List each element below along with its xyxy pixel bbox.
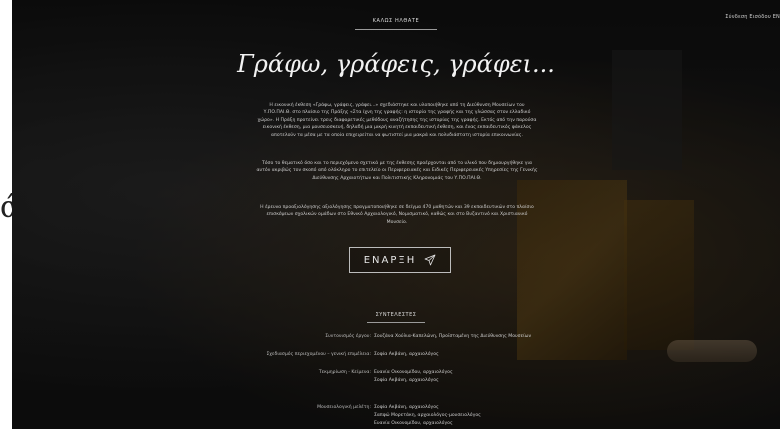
credit-role: Σχεδιασμός περιεχομένου – γενική επιμέλε… <box>266 352 372 357</box>
credit-name: Σαπφώ Μορετάκη, αρχαιολόγος-μουσειολόγος <box>374 413 481 418</box>
credit-name: Σοφία Ακβάνη, αρχαιολόγος <box>374 378 439 383</box>
welcome-label: ΚΑΛΩΣ ΗΛΘΑΤΕ <box>372 18 420 24</box>
credit-name: Σοφία Ακβάνη, αρχαιολόγος <box>374 352 439 357</box>
start-button[interactable]: ΕΝΑΡΞΗ <box>349 247 451 273</box>
intro-paragraph-2: Τόσο το θεματικό όσο και το περιεχόμενο … <box>256 161 538 181</box>
credits-divider <box>367 322 425 323</box>
page-title: Γράφω, γράφεις, γράφει... <box>237 50 555 78</box>
welcome-divider <box>355 29 437 30</box>
credit-role: Συντονισμός έργου: <box>325 334 371 339</box>
intro-paragraph-3: Η έρευνα προαξιολόγησης αξιολόγησης πραγ… <box>260 205 534 225</box>
intro-paragraph-1: Η εικονική έκθεση «Γράφω, γράφεις, γράφε… <box>257 103 537 138</box>
credits-heading: ΣΥΝΤΕΛΕΣΤΕΣ <box>375 312 417 318</box>
paper-plane-icon <box>424 254 436 266</box>
credit-name: Σουζάνα Χούλια-Καπελώνη, Προϊσταμένη της… <box>374 334 532 339</box>
credit-name: Σοφία Ακβάνη, αρχαιολόγος <box>374 405 439 410</box>
start-button-label: ΕΝΑΡΞΗ <box>363 254 417 266</box>
credit-name: Ευανία Οικονομίδου, αρχαιολόγος <box>374 421 453 426</box>
exhibition-intro-panel: Σύνδεση Εισόδου EN ΚΑΛΩΣ ΗΛΘΑΤΕ Γράφω, γ… <box>12 0 780 429</box>
credit-role: Τεκμηρίωση - Κείμενα: <box>318 370 371 375</box>
credit-name: Ευανία Οικονομίδου, αρχαιολόγος <box>374 370 453 375</box>
credit-role: Μουσειολογική μελέτη: <box>317 405 371 410</box>
